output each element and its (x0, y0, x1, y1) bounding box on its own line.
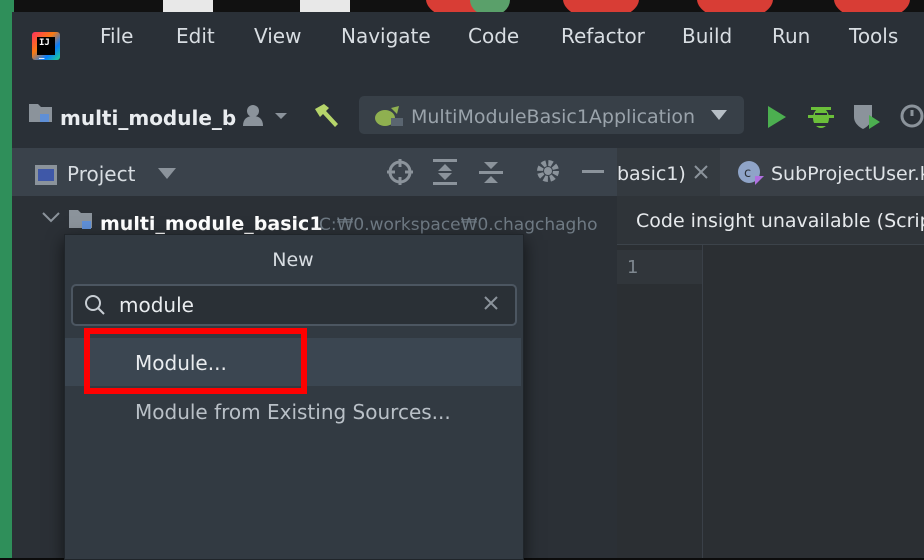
menu-run[interactable]: Run (772, 24, 810, 48)
panel-view-dropdown-icon[interactable] (158, 168, 176, 180)
menu-navigate[interactable]: Navigate (341, 24, 431, 48)
project-panel-title[interactable]: Project (67, 162, 135, 186)
new-popup (64, 234, 524, 560)
line-number: 1 (627, 257, 639, 278)
menu-build[interactable]: Build (682, 24, 732, 48)
spring-boot-icon (375, 106, 403, 126)
hide-panel-icon[interactable] (582, 169, 604, 175)
run-with-coverage-icon[interactable] (852, 103, 882, 131)
menu-code[interactable]: Code (468, 24, 519, 48)
collapse-all-icon[interactable] (478, 158, 504, 186)
run-icon[interactable] (766, 105, 788, 129)
tree-root-module-path: C:₩0.workspace₩0.chagchagho (319, 215, 598, 235)
clear-search-icon[interactable] (484, 296, 498, 310)
chevron-down-icon[interactable] (42, 212, 60, 224)
menu-edit[interactable]: Edit (176, 24, 215, 48)
editor-gutter (617, 245, 703, 558)
search-icon (85, 295, 105, 315)
tree-root-module-name[interactable]: multi_module_basic1 (100, 212, 323, 236)
settings-gear-icon[interactable] (536, 159, 560, 183)
user-dropdown-icon[interactable] (241, 104, 289, 128)
svg-text:c: c (744, 166, 751, 181)
menu-bar (12, 12, 924, 84)
kotlin-class-icon: c (738, 161, 764, 185)
menu-refactor[interactable]: Refactor (561, 24, 645, 48)
project-folder-icon (29, 104, 52, 122)
code-insight-message: Code insight unavailable (Scrip (636, 210, 924, 232)
new-popup-title: New (272, 249, 314, 271)
menu-view[interactable]: View (254, 24, 301, 48)
expand-all-icon[interactable] (432, 158, 458, 186)
chevron-down-icon (711, 110, 727, 120)
menu-file[interactable]: File (100, 24, 133, 48)
editor-tab-previous[interactable]: basic1) (617, 162, 686, 186)
menu-tools[interactable]: Tools (849, 24, 898, 48)
editor-tab-label[interactable]: SubProjectUser.k (771, 162, 924, 186)
close-tab-icon[interactable] (694, 165, 708, 179)
intellij-logo-icon[interactable]: IJ _ (32, 32, 60, 60)
profiler-icon[interactable] (900, 103, 924, 129)
search-input-value[interactable]: module (119, 293, 194, 317)
locate-target-icon[interactable] (386, 158, 414, 186)
project-panel-icon (35, 165, 57, 185)
highlight-annotation-box (84, 328, 307, 394)
popup-item-module-from-existing-sources[interactable]: Module from Existing Sources... (135, 400, 451, 424)
build-hammer-icon[interactable] (312, 102, 340, 128)
project-name[interactable]: multi_module_b (60, 106, 236, 130)
module-folder-icon (69, 210, 92, 229)
debug-icon[interactable] (808, 102, 834, 130)
run-configuration-selector[interactable]: MultiModuleBasic1Application (359, 96, 744, 134)
run-configuration-label: MultiModuleBasic1Application (411, 106, 696, 128)
